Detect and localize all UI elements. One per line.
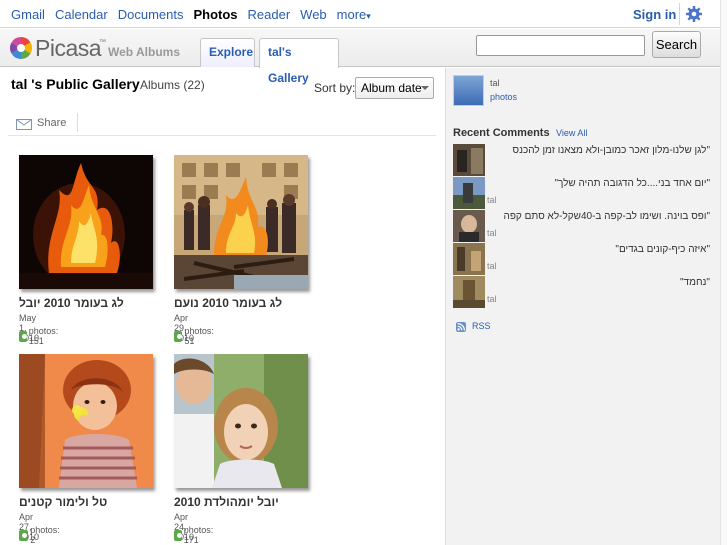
web-albums-label: Web Albums [108,45,181,59]
photos-icon [19,529,29,541]
share-link[interactable]: Share [37,117,66,129]
album-thumbnail[interactable] [174,155,308,289]
search-input[interactable] [476,35,645,56]
comment-item: "איזה כיף-קונים בגדים" tal [453,243,723,275]
avatar[interactable] [453,75,484,106]
photo-count: photos: 2 [19,525,62,545]
comment-user: tal [487,228,497,238]
nav-gmail[interactable]: Gmail [11,7,45,22]
crowd-bonfire-photo [174,155,308,289]
comment-user: tal [487,294,497,304]
rss-link[interactable]: RSS [472,321,491,331]
comment-item: "נחמד" tal [453,276,723,308]
album-title[interactable]: לג בעומר 2010 יובל [19,296,179,310]
search-button[interactable]: Search [652,31,701,58]
photo-count: photos: 171 [174,525,217,545]
nav-calendar[interactable]: Calendar [55,7,108,22]
girl-photo [174,354,308,488]
comment-user: tal [487,261,497,271]
sort-dropdown[interactable]: Album date [355,77,434,99]
toolbar-divider [77,113,78,132]
album-thumbnail[interactable] [19,155,153,289]
comment-text[interactable]: "נחמד" [453,277,710,288]
google-bar: Gmail Calendar Documents Photos Reader W… [0,0,727,28]
album-title[interactable]: יובל יומהולדת 2010 [174,495,334,509]
comment-text[interactable]: "ופס בוינה. ושימו לב-קפה ב-40שקל-לא סתם … [453,211,711,222]
photos-icon [19,330,27,342]
album-title[interactable]: לג בעומר 2010 נועם [174,296,334,310]
divider [8,135,436,136]
gear-icon[interactable] [685,5,703,23]
comment-item: "יום אחד בני....כל הדגובה תהיה שלך" tal [453,177,723,209]
photo-count-label: photos: 51 [184,326,214,346]
album-count: Albums (22) [140,78,205,92]
photo-count-label: photos: 2 [30,525,60,545]
view-all-link[interactable]: View All [556,128,587,138]
comment-item: "לגן שלנו-מלון זאכר כמובן-ולא מצאנו זמן … [453,144,723,176]
comment-text[interactable]: "יום אחד בני....כל הדגובה תהיה שלך" [453,178,710,189]
nav-documents[interactable]: Documents [118,7,184,22]
photos-icon [174,529,182,541]
trademark: ™ [99,39,106,46]
picasa-logo-icon[interactable] [10,37,32,59]
photo-count-label: photos: 171 [183,525,214,545]
tab-explore[interactable]: Explore [200,38,255,67]
page-title: tal 's Public Gallery [11,76,140,92]
bonfire-photo [19,155,153,289]
gbar-divider [679,3,680,25]
comment-text[interactable]: "לגן שלנו-מלון זאכר כמובן-ולא מצאנו זמן … [453,145,710,156]
comment-text[interactable]: "איזה כיף-קונים בגדים" [453,244,710,255]
owner-photos-link[interactable]: photos [490,92,517,102]
tab-gallery[interactable]: tal's Gallery [259,38,339,85]
nav-more-label: more [336,7,367,22]
google-nav: Gmail Calendar Documents Photos Reader W… [11,7,381,22]
child-photo [19,354,153,488]
envelope-icon[interactable] [16,119,32,130]
picasa-logo-text: Picasa [35,35,102,61]
chevron-down-icon: ▾ [366,11,371,21]
photos-icon [174,330,183,342]
owner-name: tal [490,78,500,88]
photo-count: photos: 51 [174,326,217,346]
chevron-down-icon [421,86,429,90]
nav-web[interactable]: Web [300,7,327,22]
album-title[interactable]: טל ולימור קטנים [19,495,179,509]
recent-comments-title: Recent Comments [453,127,550,139]
album-thumbnail[interactable] [174,354,308,488]
nav-reader[interactable]: Reader [248,7,291,22]
nav-photos[interactable]: Photos [193,7,237,22]
rss-icon[interactable] [456,322,466,332]
comment-user: tal [487,195,497,205]
scrollbar[interactable] [720,0,727,545]
comment-item: "ופס בוינה. ושימו לב-קפה ב-40שקל-לא סתם … [453,210,723,242]
sign-in-link[interactable]: Sign in [633,7,676,22]
album-thumbnail[interactable] [19,354,153,488]
photo-count-label: photos: 151 [28,326,59,346]
sort-value: Album date [361,81,422,95]
photo-count: photos: 151 [19,326,62,346]
sort-label: Sort by: [314,81,356,95]
nav-more[interactable]: more▾ [337,7,371,22]
